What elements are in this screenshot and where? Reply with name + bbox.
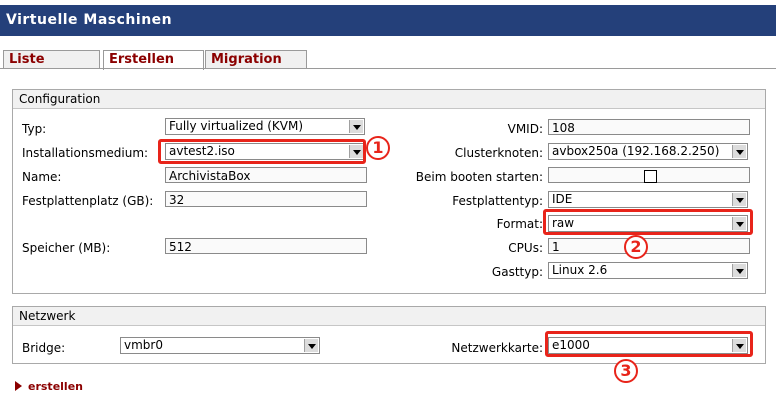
- typ-select[interactable]: Fully virtualized (KVM): [165, 118, 365, 135]
- festplattenplatz-label: Festplattenplatz (GB):: [22, 194, 154, 208]
- vmid-label: VMID:: [507, 122, 543, 136]
- gasttyp-select-value: Linux 2.6: [552, 263, 608, 277]
- installationsmedium-label: Installationsmedium:: [22, 146, 149, 160]
- chevron-down-icon: [732, 145, 746, 158]
- clusterknoten-label: Clusterknoten:: [454, 146, 543, 160]
- speicher-input[interactable]: 512: [165, 238, 367, 254]
- clusterknoten-select-value: avbox250a (192.168.2.250): [552, 144, 720, 158]
- create-button[interactable]: erstellen: [15, 380, 83, 393]
- netzwerkkarte-label: Netzwerkkarte:: [451, 341, 543, 355]
- vmid-input[interactable]: 108: [548, 119, 750, 135]
- chevron-down-icon: [304, 339, 318, 352]
- tab-erstellen[interactable]: Erstellen: [103, 50, 204, 70]
- cpus-input[interactable]: 1: [548, 238, 750, 254]
- tab-divider: [0, 68, 776, 69]
- beim-booten-label: Beim booten starten:: [415, 170, 543, 184]
- highlight-box-3: [545, 331, 753, 357]
- name-label: Name:: [22, 170, 62, 184]
- bridge-label: Bridge:: [22, 341, 66, 355]
- gasttyp-label: Gasttyp:: [491, 265, 543, 279]
- netzwerk-legend: Netzwerk: [13, 307, 765, 326]
- highlight-box-1: [158, 139, 366, 164]
- chevron-down-icon: [349, 120, 363, 133]
- cpus-label: CPUs:: [508, 241, 543, 255]
- name-input[interactable]: ArchivistaBox: [165, 167, 367, 183]
- annotation-number-3: 3: [614, 359, 638, 383]
- window-title-bar: Virtuelle Maschinen: [0, 5, 776, 36]
- festplattenplatz-input[interactable]: 32: [165, 191, 367, 207]
- festplattentyp-label: Festplattentyp:: [452, 194, 543, 208]
- chevron-down-icon: [732, 193, 746, 206]
- tab-liste[interactable]: Liste: [3, 50, 100, 68]
- configuration-legend: Configuration: [13, 90, 765, 109]
- arrow-right-icon: [15, 381, 22, 391]
- format-label: Format:: [496, 217, 543, 231]
- window-title: Virtuelle Maschinen: [6, 12, 173, 28]
- festplattentyp-select-value: IDE: [552, 192, 573, 206]
- speicher-label: Speicher (MB):: [22, 241, 111, 255]
- create-button-label: erstellen: [28, 380, 83, 393]
- gasttyp-select[interactable]: Linux 2.6: [548, 262, 748, 279]
- highlight-box-2: [543, 209, 753, 235]
- typ-select-value: Fully virtualized (KVM): [169, 119, 304, 133]
- typ-label: Typ:: [22, 122, 47, 136]
- beim-booten-checkbox[interactable]: [644, 170, 657, 183]
- annotation-number-2: 2: [624, 235, 648, 259]
- bridge-select[interactable]: vmbr0: [120, 337, 320, 354]
- bridge-select-value: vmbr0: [124, 338, 163, 352]
- chevron-down-icon: [732, 264, 746, 277]
- clusterknoten-select[interactable]: avbox250a (192.168.2.250): [548, 143, 748, 160]
- tab-migration[interactable]: Migration: [205, 50, 307, 68]
- festplattentyp-select[interactable]: IDE: [548, 191, 748, 208]
